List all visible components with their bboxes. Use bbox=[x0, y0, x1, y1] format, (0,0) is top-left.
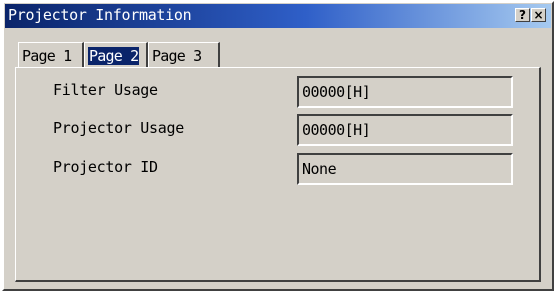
help-button[interactable]: ? bbox=[515, 8, 530, 22]
tab-label: Page 1 bbox=[22, 47, 72, 65]
tab-label: Page 2 bbox=[88, 47, 140, 65]
projector-usage-value: 00000[H] bbox=[302, 121, 371, 139]
help-icon: ? bbox=[519, 8, 526, 22]
projector-usage-label: Projector Usage bbox=[53, 119, 184, 137]
tab-label: Page 3 bbox=[152, 47, 202, 65]
projector-id-value: None bbox=[302, 160, 337, 178]
close-icon: × bbox=[533, 8, 544, 22]
projector-id-field: None bbox=[297, 153, 513, 185]
projector-id-label: Projector ID bbox=[53, 158, 158, 176]
close-button[interactable]: × bbox=[531, 8, 546, 22]
tab-page-1[interactable]: Page 1 bbox=[18, 42, 84, 68]
window-title: Projector Information bbox=[8, 6, 192, 24]
filter-usage-field: 00000[H] bbox=[297, 76, 513, 108]
tab-page-2[interactable]: Page 2 bbox=[84, 42, 148, 68]
projector-information-dialog: Projector Information ? × Page 1 Page 2 … bbox=[2, 1, 554, 291]
filter-usage-label: Filter Usage bbox=[53, 81, 158, 99]
filter-usage-value: 00000[H] bbox=[302, 83, 371, 101]
tab-page-3[interactable]: Page 3 bbox=[148, 42, 220, 68]
projector-usage-field: 00000[H] bbox=[297, 114, 513, 146]
title-bar[interactable]: Projector Information ? × bbox=[5, 4, 551, 28]
